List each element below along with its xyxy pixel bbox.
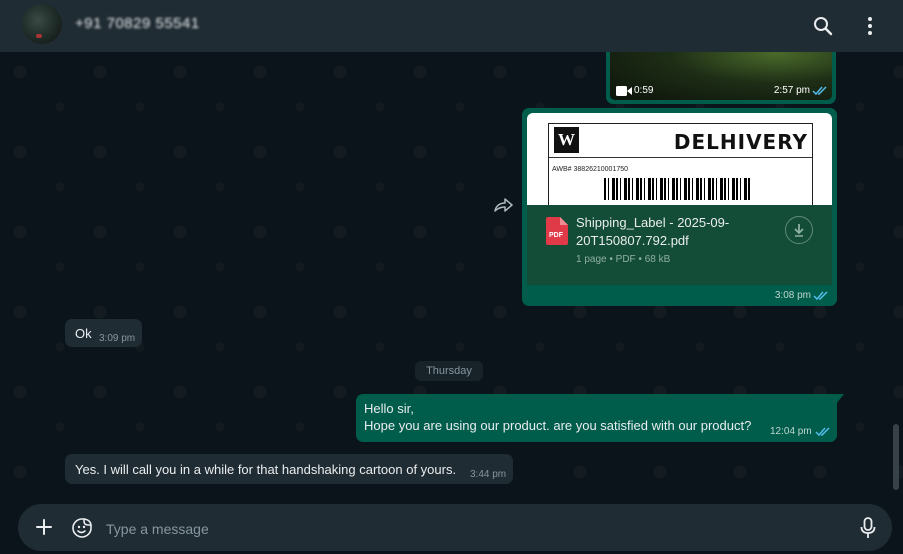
message-time: 12:04 pm (770, 426, 812, 437)
composer (18, 504, 892, 551)
message-input[interactable] (104, 514, 828, 543)
message-text: Ok (75, 326, 92, 341)
document-filename: Shipping_Label - 2025-09-20T150807.792.p… (576, 215, 730, 248)
double-check-icon (813, 291, 828, 301)
brand-logo: W (554, 127, 579, 153)
outgoing-message[interactable]: Hello sir, Hope you are using our produc… (356, 394, 837, 442)
chat-header: +91 70829 55541 (0, 0, 903, 52)
day-separator: Thursday (415, 361, 483, 381)
document-message[interactable]: W DELHIVERY AWB# 38826210001750 PDF Ship… (522, 108, 837, 306)
sticker-emoji-icon[interactable] (71, 517, 93, 539)
document-meta: 1 page • PDF • 68 kB (576, 254, 671, 265)
double-check-icon (812, 86, 827, 96)
chat-area[interactable]: 0:59 2:57 pm W DELHIVERY AWB# 3882621000… (0, 52, 903, 502)
search-icon[interactable] (811, 14, 835, 38)
document-preview[interactable]: W DELHIVERY AWB# 38826210001750 (527, 113, 832, 205)
incoming-message[interactable]: Yes. I will call you in a while for that… (65, 454, 513, 484)
forward-icon[interactable] (492, 196, 514, 216)
scrollbar[interactable] (893, 424, 899, 490)
microphone-icon[interactable] (859, 517, 877, 539)
message-time: 3:09 pm (99, 333, 136, 344)
download-button[interactable] (785, 216, 813, 244)
double-check-icon (815, 427, 830, 437)
awb-number: AWB# 38826210001750 (552, 166, 629, 173)
kebab-menu-icon[interactable] (858, 14, 882, 38)
message-text: Yes. I will call you in a while for that… (75, 462, 457, 477)
svg-text:PDF: PDF (549, 232, 564, 239)
contact-avatar[interactable] (22, 4, 62, 44)
download-icon (794, 224, 804, 237)
pdf-icon: PDF (546, 217, 568, 245)
divider (549, 157, 812, 158)
message-time: 3:08 pm (774, 290, 811, 301)
incoming-message[interactable]: Ok 3:09 pm (65, 319, 142, 347)
brand-name: DELHIVERY (673, 130, 808, 154)
composer-bar (0, 502, 903, 554)
barcode (604, 178, 752, 200)
message-text-line1: Hello sir, (364, 401, 414, 416)
message-time: 3:44 pm (470, 469, 507, 480)
video-duration: 0:59 (634, 85, 654, 96)
message-text-line2: Hope you are using our product. are you … (364, 418, 752, 433)
avatar-detail (36, 34, 42, 38)
message-time: 2:57 pm (773, 85, 810, 96)
plus-icon[interactable] (34, 517, 54, 537)
video-camera-icon (616, 86, 632, 96)
document-info[interactable]: PDF Shipping_Label - 2025-09-20T150807.7… (527, 205, 832, 285)
bubble-tail (836, 394, 844, 404)
video-message[interactable]: 0:59 2:57 pm (606, 52, 836, 104)
shipping-label-preview: W DELHIVERY AWB# 38826210001750 (548, 123, 813, 205)
contact-name[interactable]: +91 70829 55541 (75, 15, 200, 32)
